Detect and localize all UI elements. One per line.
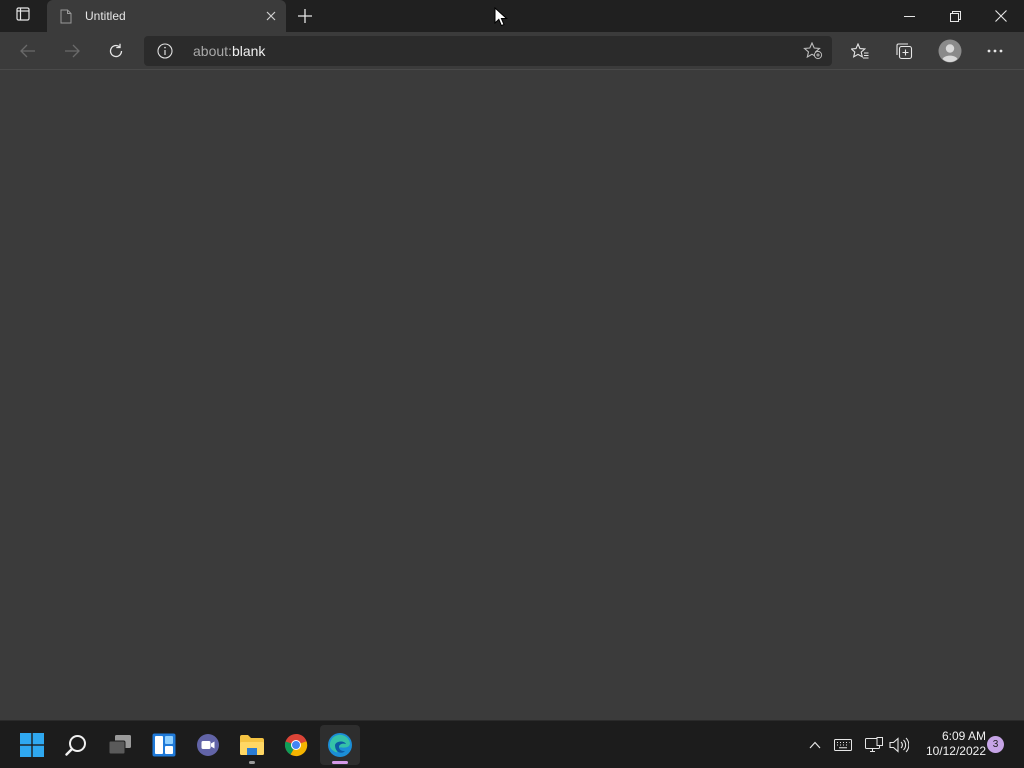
address-url[interactable]: about:blank [193,43,265,59]
network-icon [865,737,883,752]
tab-title: Untitled [85,9,126,23]
chevron-up-icon [809,741,821,749]
close-icon [995,10,1007,22]
taskbar-clock[interactable]: 6:09 AM 10/12/2022 [916,729,986,759]
desktop-screen: Untitled about:blank 6:09 AM 10/12/2022 … [0,0,1024,768]
info-icon[interactable] [156,42,174,60]
chrome-button[interactable] [276,725,316,765]
volume-icon [889,737,909,753]
star-plus-icon[interactable] [802,41,824,61]
refresh-icon [109,43,123,58]
favorites-button[interactable] [844,35,876,67]
minimize-icon [903,15,915,17]
tab-actions-button[interactable] [0,0,46,32]
plus-icon [298,9,312,23]
url-scheme: about: [193,43,232,59]
running-indicator [249,761,255,764]
collections-icon [896,43,913,60]
keyboard-button[interactable] [832,733,854,757]
show-hidden-icons-button[interactable] [804,733,826,757]
browser-titlebar: Untitled [0,0,1024,32]
file-explorer-icon [240,735,264,755]
mouse-cursor-icon [494,7,508,27]
clock-date: 10/12/2022 [925,744,986,758]
file-explorer-button[interactable] [232,725,272,765]
close-icon [266,11,276,21]
notification-badge[interactable]: 3 [987,736,1004,753]
widgets-icon [152,733,176,757]
browser-toolbar: about:blank [0,32,1024,70]
restore-icon [949,10,961,22]
page-icon [59,8,73,24]
minimize-button[interactable] [886,0,932,32]
more-icon [987,49,1003,53]
avatar-icon [938,39,962,63]
keyboard-icon [834,739,852,751]
profile-button[interactable] [934,35,966,67]
chrome-icon [284,733,308,757]
search-button[interactable] [56,725,96,765]
teams-chat-icon [197,734,219,756]
page-content[interactable] [0,71,1024,720]
close-window-button[interactable] [978,0,1024,32]
more-button[interactable] [979,35,1011,67]
teams-chat-button[interactable] [188,725,228,765]
task-view-button[interactable] [100,725,140,765]
arrow-right-icon [65,44,80,58]
browser-tab[interactable]: Untitled [47,0,286,32]
windows-start-icon [20,733,44,757]
tab-actions-icon [16,6,30,26]
url-rest: blank [231,43,266,59]
close-tab-button[interactable] [256,0,286,32]
refresh-button[interactable] [100,35,132,67]
edge-button[interactable] [320,725,360,765]
widgets-button[interactable] [144,725,184,765]
new-tab-button[interactable] [290,2,320,30]
running-indicator [332,761,348,764]
start-button[interactable] [12,725,52,765]
search-icon [65,735,86,756]
edge-icon [328,733,352,757]
address-bar[interactable]: about:blank [144,36,832,66]
collections-button[interactable] [888,35,920,67]
restore-button[interactable] [932,0,978,32]
volume-button[interactable] [888,733,910,757]
task-view-icon [108,735,131,755]
clock-time: 6:09 AM [941,729,986,743]
arrow-left-icon [20,44,35,58]
taskbar: 6:09 AM 10/12/2022 [0,720,1024,768]
forward-button[interactable] [56,35,88,67]
network-button[interactable] [863,733,885,757]
back-button[interactable] [12,35,44,67]
favorites-icon [851,43,869,59]
